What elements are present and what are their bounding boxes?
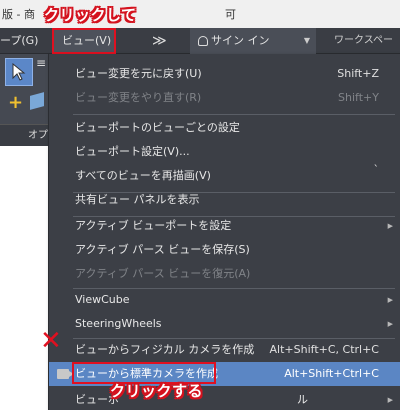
caret-down-icon: ▼ (303, 36, 310, 45)
menu-item-viewcube[interactable]: ViewCube ▶ (49, 288, 400, 312)
menu-item-label: 共有ビュー パネルを表示 (75, 193, 200, 206)
menu-item-shared-panel[interactable]: 共有ビュー パネルを表示 (49, 188, 400, 212)
annotation-click-bottom: クリックする (110, 382, 204, 400)
menu-item-shortcut: Shift+Z (337, 67, 379, 80)
menu-item-redraw-all[interactable]: すべてのビューを再描画(V) ` (49, 163, 400, 188)
left-toolbar: ≡ + オプ (0, 54, 48, 410)
menu-item-label: ビュー変更を元に戻す(U) (75, 67, 202, 80)
toolbar-panel: ≡ + オプ (0, 54, 48, 146)
menu-item-label: アクティブ ビューポートを設定 (75, 219, 232, 232)
menu-item-label: ビューポート設定(V)... (75, 145, 190, 158)
view-dropdown-menu: ビュー変更を元に戻す(U) Shift+Z ビュー変更をやり直す(R) Shif… (48, 54, 400, 410)
menu-group[interactable]: ープ(G) (0, 28, 44, 54)
menu-item-viewport-tools[interactable]: ビューポ ル ▶ (49, 388, 400, 410)
submenu-arrow-icon: ▶ (387, 396, 393, 404)
chevron-double-right-icon[interactable]: ≫ (152, 28, 167, 54)
menu-item-redo-view: ビュー変更をやり直す(R) Shift+Y (49, 86, 400, 110)
menu-item-shortcut: ` (373, 163, 380, 176)
submenu-arrow-icon: ▶ (387, 320, 393, 328)
annotation-click-here-top: クリックして (44, 6, 137, 24)
menu-item-set-active-viewport[interactable]: アクティブ ビューポートを設定 ▶ (49, 214, 400, 238)
menu-item-label: ビューポートのビューごとの設定 (75, 121, 240, 134)
menu-item-per-view-settings[interactable]: ビューポートのビューごとの設定 (49, 116, 400, 140)
camera-icon (57, 369, 74, 379)
select-tool-button[interactable] (5, 58, 33, 86)
add-layer-icon[interactable]: + (8, 92, 23, 113)
submenu-arrow-icon: ▶ (387, 222, 393, 230)
menu-item-shortcut: Alt+Shift+C, Ctrl+C (269, 343, 379, 356)
menu-item-label: ViewCube (75, 293, 130, 306)
menu-item-viewport-settings[interactable]: ビューポート設定(V)... (49, 140, 400, 164)
menu-item-create-physical-camera[interactable]: ビューからフィジカル カメラを作成 Alt+Shift+C, Ctrl+C (49, 338, 400, 362)
signin-button[interactable]: サイン イン ▼ (190, 28, 316, 54)
menu-item-shortcut: Alt+Shift+Ctrl+C (284, 367, 379, 380)
menu-item-label: ビュー変更をやり直す(R) (75, 91, 202, 104)
menu-item-shortcut: Shift+Y (338, 91, 379, 104)
options-label: オプ (0, 124, 48, 146)
list-icon[interactable]: ≡ (36, 57, 46, 80)
menu-view[interactable]: ビュー(V) (52, 28, 116, 54)
menu-item-undo-view[interactable]: ビュー変更を元に戻す(U) Shift+Z (49, 62, 400, 86)
menu-item-steeringwheels[interactable]: SteeringWheels ▶ (49, 312, 400, 336)
menu-item-label-tail: ル (297, 393, 308, 406)
menu-item-restore-active-perspective: アクティブ パース ビューを復元(A) (49, 262, 400, 286)
menubar: ープ(G) ビュー(V) ≫ サイン イン ▼ ワークスペー (0, 28, 400, 54)
submenu-arrow-icon: ▶ (387, 296, 393, 304)
menu-item-save-active-perspective[interactable]: アクティブ パース ビューを保存(S) (49, 238, 400, 262)
menu-separator (73, 114, 395, 115)
layer-stack-icon[interactable] (30, 92, 44, 110)
menu-item-label: SteeringWheels (75, 317, 162, 330)
menu-item-label: アクティブ パース ビューを保存(S) (75, 243, 250, 256)
menu-item-label: ビューからフィジカル カメラを作成 (75, 343, 255, 356)
cursor-arrow-icon (12, 63, 26, 81)
menu-item-label: アクティブ パース ビューを復元(A) (75, 267, 251, 280)
workspace-selector[interactable]: ワークスペー (334, 28, 393, 54)
signin-label: サイン イン (211, 34, 270, 47)
user-icon (198, 36, 208, 46)
cross-mark-icon: ✕ (40, 326, 62, 356)
menu-item-label: すべてのビューを再描画(V) (75, 169, 211, 182)
